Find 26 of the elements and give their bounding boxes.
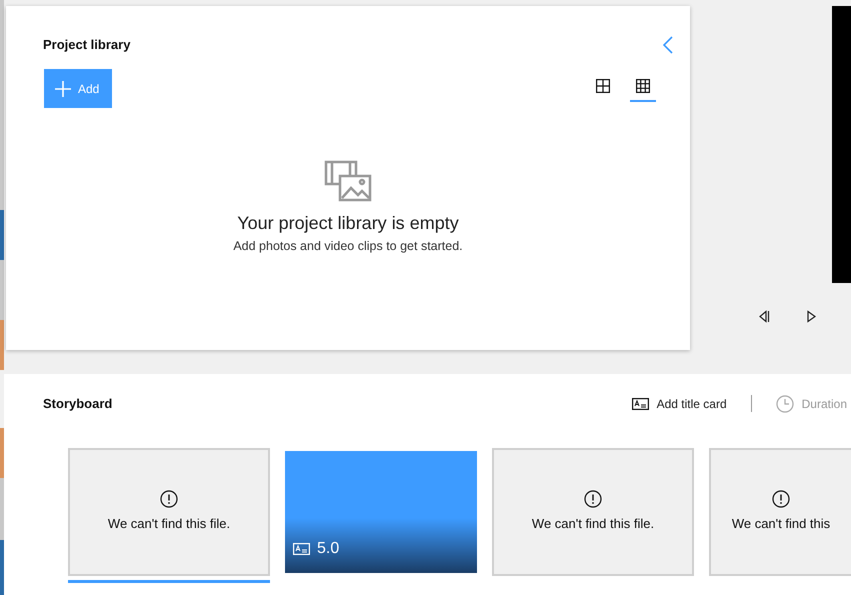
empty-state-title: Your project library is empty bbox=[237, 212, 459, 235]
panel-title: Project library bbox=[43, 36, 130, 54]
warning-icon bbox=[160, 490, 178, 508]
section-title: Storyboard bbox=[43, 395, 112, 413]
add-title-card-button[interactable]: Add title card bbox=[632, 394, 727, 413]
collapse-chevron[interactable] bbox=[662, 35, 674, 55]
step-back-button[interactable] bbox=[758, 310, 770, 323]
grid-icon bbox=[636, 79, 650, 93]
title-card-icon bbox=[293, 542, 310, 554]
plus-icon bbox=[54, 80, 72, 98]
title-card-clip[interactable]: 5.0 bbox=[285, 450, 477, 572]
error-message: We can't find this file. bbox=[108, 514, 230, 533]
missing-file-clip[interactable]: We can't find this bbox=[709, 448, 851, 576]
missing-file-clip[interactable]: We can't find this file. bbox=[492, 448, 694, 576]
error-message: We can't find this bbox=[732, 514, 830, 533]
photo-film-icon bbox=[324, 160, 372, 202]
play-button[interactable] bbox=[806, 310, 817, 323]
error-message: We can't find this file. bbox=[532, 514, 654, 533]
clock-icon bbox=[776, 394, 794, 413]
warning-icon bbox=[584, 490, 602, 508]
missing-file-clip[interactable]: We can't find this file. bbox=[68, 448, 270, 576]
title-card-icon bbox=[632, 398, 649, 410]
empty-state-message: Add photos and video clips to get started. bbox=[233, 238, 463, 255]
warning-icon bbox=[772, 490, 790, 508]
grid-icon bbox=[596, 79, 610, 93]
duration-label: 5.0 bbox=[317, 538, 340, 558]
